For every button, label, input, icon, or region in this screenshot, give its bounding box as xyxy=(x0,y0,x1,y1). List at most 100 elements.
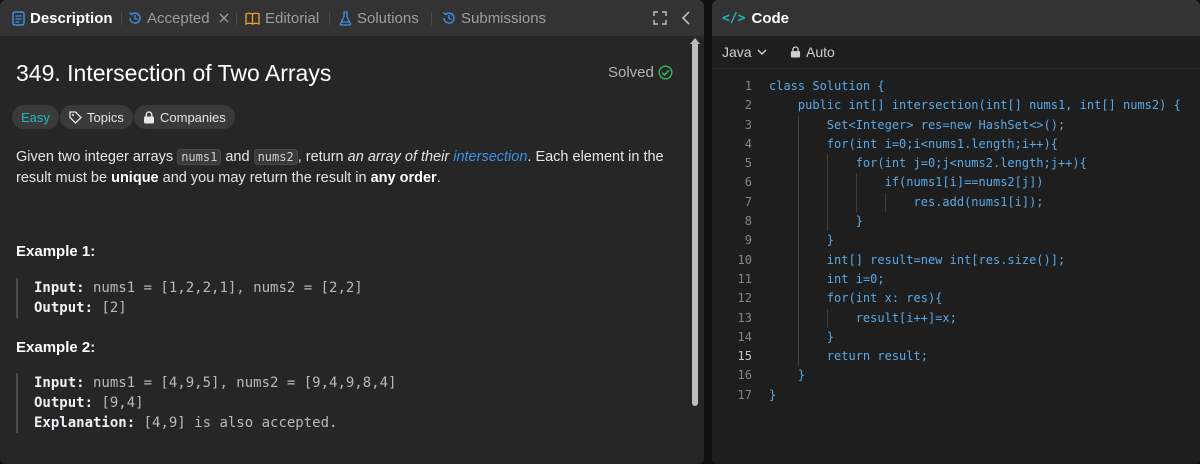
line-number: 15 xyxy=(737,349,752,364)
line-number: 13 xyxy=(737,310,752,325)
code-text: return result; xyxy=(769,349,928,364)
line-number: 9 xyxy=(744,233,752,248)
code-icon: </> xyxy=(722,10,746,26)
line-number: 16 xyxy=(737,368,752,383)
line-number: 8 xyxy=(744,214,752,229)
tab-editorial-label: Editorial xyxy=(265,9,320,27)
code-text: } xyxy=(769,329,835,344)
code-line[interactable]: 10 int[] result=new int[res.size()]; xyxy=(712,250,1200,270)
example-2-title: Example 2: xyxy=(16,339,96,356)
check-circle-icon xyxy=(658,65,673,80)
tab-solutions[interactable]: Solutions xyxy=(339,0,419,36)
code-line[interactable]: 9 } xyxy=(712,231,1200,251)
code-line[interactable]: 11 int i=0; xyxy=(712,269,1200,290)
code-text: } xyxy=(769,387,777,402)
code-text: res.add(nums1[i]); xyxy=(769,194,1044,209)
tab-submissions-label: Submissions xyxy=(461,9,547,27)
mode-label: Auto xyxy=(806,44,835,60)
code-text: Set<Integer> res=new HashSet<>(); xyxy=(769,117,1066,132)
code-title-label: Code xyxy=(751,9,789,27)
history-icon xyxy=(128,11,142,25)
left-tab-bar: Description Accepted Editorial Solutions xyxy=(0,0,704,36)
book-icon xyxy=(245,12,260,25)
line-number: 14 xyxy=(737,329,752,344)
code-line[interactable]: 4 for(int i=0;i<nums1.length;i++){ xyxy=(712,134,1200,155)
code-line[interactable]: 7 res.add(nums1[i]); xyxy=(712,192,1200,213)
topics-label: Topics xyxy=(87,109,124,125)
line-number: 3 xyxy=(744,117,752,132)
tab-description[interactable]: Description xyxy=(12,0,113,36)
solved-status: Solved xyxy=(608,64,673,81)
tab-description-label: Description xyxy=(30,9,113,27)
tag-icon xyxy=(69,110,82,124)
code-editor[interactable]: 1 class Solution {2 public int[] intersec… xyxy=(712,77,1200,405)
code-line[interactable]: 14 } xyxy=(712,327,1200,348)
code-tab[interactable]: </> Code xyxy=(722,0,789,36)
description-scrollbar[interactable] xyxy=(692,42,698,406)
code-line[interactable]: 3 Set<Integer> res=new HashSet<>(); xyxy=(712,115,1200,135)
lock-icon xyxy=(143,110,155,124)
problem-description: Given two integer arrays nums1 and nums2… xyxy=(16,149,664,186)
code-text: if(nums1[i]==nums2[j]) xyxy=(769,175,1044,190)
code-line[interactable]: 16 } xyxy=(712,366,1200,385)
difficulty-badge: Easy xyxy=(12,105,59,129)
tab-solutions-label: Solutions xyxy=(357,9,419,27)
line-number: 4 xyxy=(744,136,752,151)
lock-icon xyxy=(790,46,801,58)
topics-button[interactable]: Topics xyxy=(60,105,133,129)
code-text: } xyxy=(769,233,835,248)
companies-button[interactable]: Companies xyxy=(134,105,235,129)
code-text: int[] result=new int[res.size()]; xyxy=(769,252,1066,267)
line-number: 5 xyxy=(744,156,752,171)
line-number: 11 xyxy=(737,271,752,286)
tab-accepted[interactable]: Accepted xyxy=(128,0,229,36)
code-line[interactable]: 5 for(int j=0;j<nums2.length;j++){ xyxy=(712,154,1200,174)
code-line[interactable]: 6 if(nums1[i]==nums2[j]) xyxy=(712,173,1200,193)
maximize-icon[interactable] xyxy=(651,9,669,27)
chevron-left-icon[interactable] xyxy=(677,9,695,27)
code-line[interactable]: 12 for(int x: res){ xyxy=(712,289,1200,309)
example-1-block: Input: nums1 = [1,2,2,1], nums2 = [2,2] O… xyxy=(16,278,676,318)
code-line[interactable]: 13 result[i++]=x; xyxy=(712,308,1200,328)
inline-code: nums2 xyxy=(253,149,298,165)
line-number: 7 xyxy=(744,194,752,209)
companies-label: Companies xyxy=(160,109,226,125)
code-text: for(int i=0;i<nums1.length;i++){ xyxy=(769,136,1058,151)
history-icon xyxy=(442,11,456,25)
code-line[interactable]: 2 public int[] intersection(int[] nums1,… xyxy=(712,96,1200,115)
close-icon[interactable] xyxy=(219,13,229,23)
language-label: Java xyxy=(722,44,752,60)
example-1-title: Example 1: xyxy=(16,243,96,260)
code-text: class Solution { xyxy=(769,79,885,93)
example-2-block: Input: nums1 = [4,9,5], nums2 = [9,4,9,8… xyxy=(16,373,676,433)
difficulty-label: Easy xyxy=(21,109,50,125)
code-line[interactable]: 8 } xyxy=(712,212,1200,232)
code-text: } xyxy=(769,368,806,383)
line-number: 2 xyxy=(744,98,752,113)
language-selector[interactable]: Java xyxy=(722,44,767,60)
code-text: for(int x: res){ xyxy=(769,291,943,306)
code-line[interactable]: 15 return result; xyxy=(712,347,1200,367)
auto-mode-toggle[interactable]: Auto xyxy=(790,44,835,60)
description-panel: Description Accepted Editorial Solutions xyxy=(0,0,704,464)
line-number: 17 xyxy=(737,387,752,402)
description-icon xyxy=(12,10,25,26)
tab-submissions[interactable]: Submissions xyxy=(442,0,546,36)
chevron-down-icon xyxy=(757,49,767,56)
line-number: 10 xyxy=(737,252,752,267)
code-line[interactable]: 1 class Solution { xyxy=(712,77,1200,96)
line-number: 6 xyxy=(744,175,752,190)
problem-title: 349. Intersection of Two Arrays xyxy=(16,60,332,86)
flask-icon xyxy=(339,10,352,26)
code-text: result[i++]=x; xyxy=(769,310,957,325)
code-text: } xyxy=(769,214,863,229)
code-line[interactable]: 17} xyxy=(712,386,1200,405)
line-number: 12 xyxy=(737,291,752,306)
tab-editorial[interactable]: Editorial xyxy=(245,0,319,36)
solved-label: Solved xyxy=(608,64,654,81)
code-panel: </> Code Java Auto 1 class Solution {2 pu… xyxy=(712,0,1200,464)
inline-code: nums1 xyxy=(177,149,222,165)
code-tab-bar: </> Code xyxy=(712,0,1200,36)
intersection-link[interactable]: intersection xyxy=(453,149,527,165)
code-text: for(int j=0;j<nums2.length;j++){ xyxy=(769,156,1087,171)
